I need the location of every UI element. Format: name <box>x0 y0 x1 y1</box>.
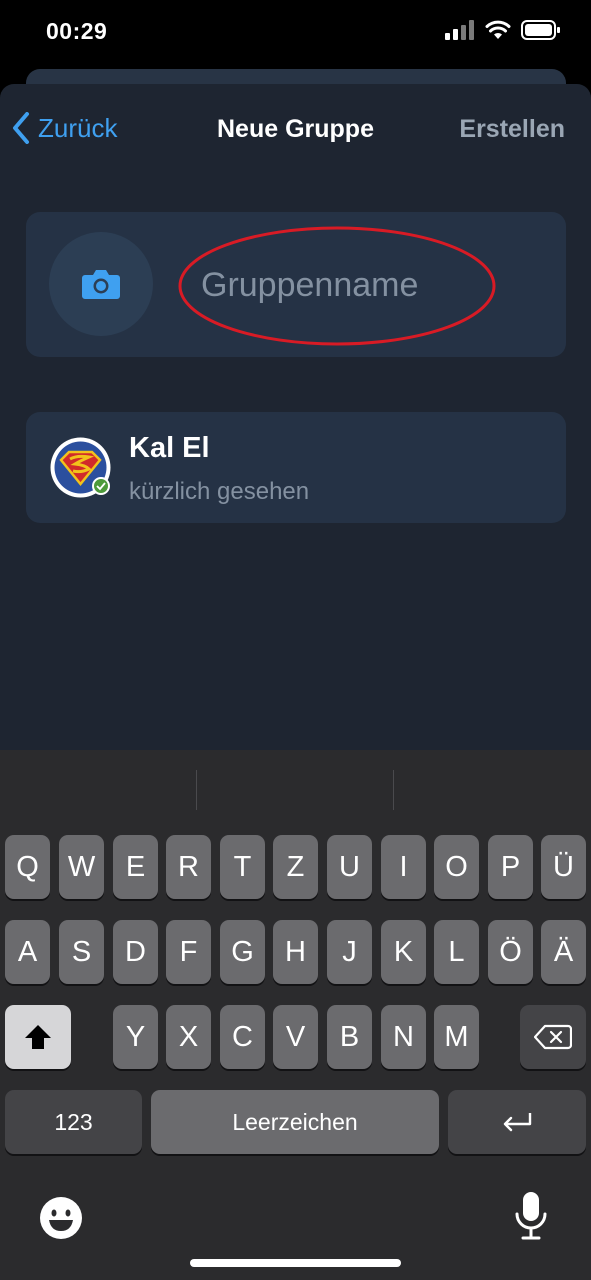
return-key[interactable] <box>448 1090 586 1154</box>
key[interactable]: L <box>434 920 479 984</box>
emoji-icon[interactable] <box>39 1196 83 1240</box>
key[interactable]: Ö <box>488 920 533 984</box>
key[interactable]: T <box>220 835 265 899</box>
shift-icon <box>25 1025 51 1049</box>
avatar <box>50 437 111 498</box>
keyboard: Q W E R T Z U I O P Ü A S D F G H J K L … <box>0 750 591 1280</box>
member-status: kürzlich gesehen <box>129 478 310 505</box>
key[interactable]: P <box>488 835 533 899</box>
microphone-icon[interactable] <box>513 1191 549 1241</box>
wifi-icon <box>485 20 511 39</box>
member-list-item[interactable]: Kal El kürzlich gesehen <box>26 412 566 523</box>
camera-icon <box>82 270 120 299</box>
key[interactable]: A <box>5 920 50 984</box>
key[interactable]: Ü <box>541 835 586 899</box>
return-icon <box>503 1113 532 1132</box>
key[interactable]: K <box>381 920 426 984</box>
key[interactable]: E <box>113 835 158 899</box>
key[interactable]: Z <box>273 835 318 899</box>
key[interactable]: U <box>327 835 372 899</box>
space-key[interactable]: Leerzeichen <box>151 1090 439 1154</box>
key[interactable]: O <box>434 835 479 899</box>
suggestion-divider <box>393 770 394 810</box>
key[interactable]: F <box>166 920 211 984</box>
key[interactable]: M <box>434 1005 479 1069</box>
key[interactable]: S <box>59 920 104 984</box>
key[interactable]: Y <box>113 1005 158 1069</box>
status-icons <box>445 20 561 40</box>
key[interactable]: V <box>273 1005 318 1069</box>
set-group-photo-button[interactable] <box>49 232 153 336</box>
key[interactable]: W <box>59 835 104 899</box>
suggestion-divider <box>196 770 197 810</box>
group-name-input[interactable] <box>201 256 531 314</box>
member-name: Kal El <box>129 432 210 464</box>
status-bar: 00:29 <box>0 0 591 60</box>
key[interactable]: D <box>113 920 158 984</box>
backspace-key[interactable] <box>520 1005 586 1069</box>
key[interactable]: I <box>381 835 426 899</box>
group-name-card <box>26 212 566 357</box>
key[interactable]: N <box>381 1005 426 1069</box>
key[interactable]: H <box>273 920 318 984</box>
key[interactable]: X <box>166 1005 211 1069</box>
status-time: 00:29 <box>46 18 108 44</box>
create-button[interactable]: Erstellen <box>459 115 565 144</box>
shift-key[interactable] <box>5 1005 71 1069</box>
key[interactable]: G <box>220 920 265 984</box>
key[interactable]: Q <box>5 835 50 899</box>
battery-icon <box>521 20 560 40</box>
key[interactable]: J <box>327 920 372 984</box>
signal-icon <box>445 20 474 40</box>
key[interactable]: R <box>166 835 211 899</box>
key[interactable]: Ä <box>541 920 586 984</box>
home-indicator[interactable] <box>190 1259 401 1267</box>
key[interactable]: C <box>220 1005 265 1069</box>
numbers-key[interactable]: 123 <box>5 1090 142 1154</box>
key[interactable]: B <box>327 1005 372 1069</box>
backspace-icon <box>534 1024 572 1050</box>
